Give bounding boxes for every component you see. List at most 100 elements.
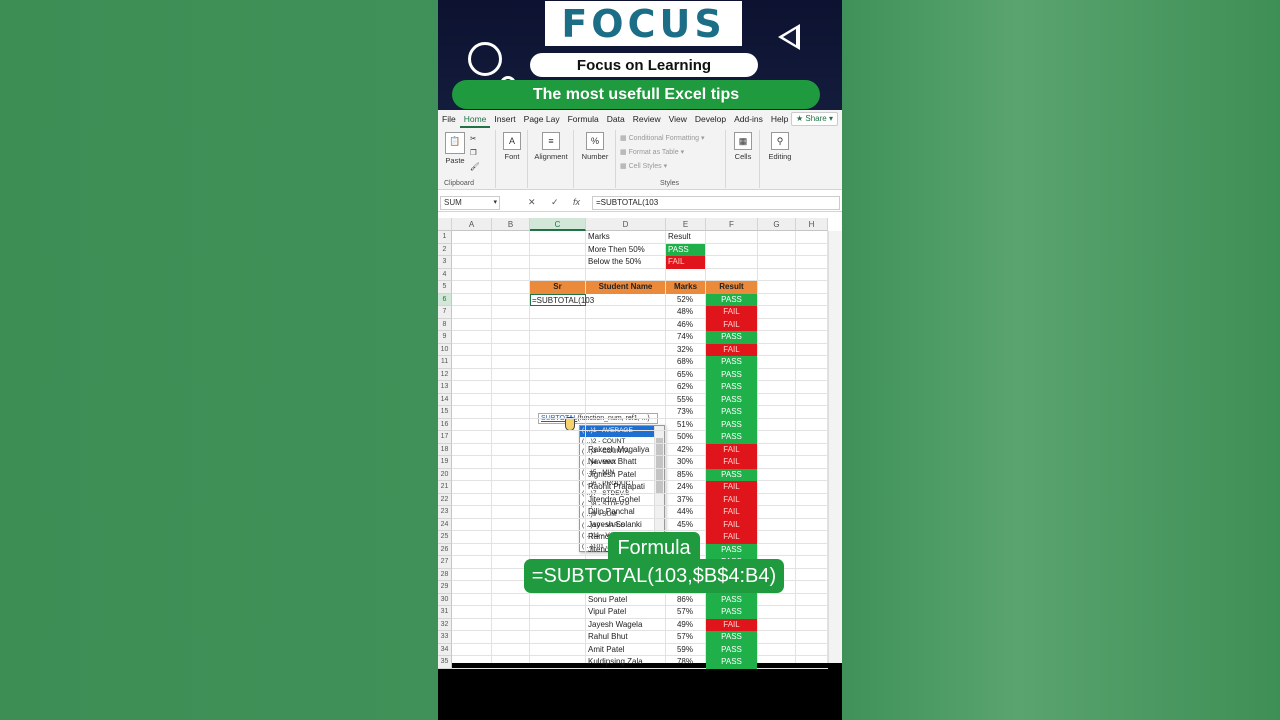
row-header-28[interactable]: 28 bbox=[438, 568, 452, 581]
column-header-g[interactable]: G bbox=[758, 218, 796, 231]
result-cell[interactable]: FAIL bbox=[706, 531, 757, 544]
header-result[interactable]: Result bbox=[706, 281, 757, 294]
tab-page-lay[interactable]: Page Lay bbox=[520, 110, 564, 128]
row-header-5[interactable]: 5 bbox=[438, 281, 452, 294]
student-name-cell[interactable]: Kuldipsing Zala bbox=[586, 656, 665, 669]
row-header-32[interactable]: 32 bbox=[438, 618, 452, 631]
tab-develop[interactable]: Develop bbox=[691, 110, 730, 128]
row-header-34[interactable]: 34 bbox=[438, 643, 452, 656]
tab-home[interactable]: Home bbox=[459, 110, 491, 128]
marks-cell[interactable]: 52% bbox=[666, 294, 705, 307]
row-header-35[interactable]: 35 bbox=[438, 656, 452, 669]
row-header-17[interactable]: 17 bbox=[438, 431, 452, 444]
student-name-cell[interactable]: Naveen Bhatt bbox=[586, 456, 665, 469]
result-cell[interactable]: FAIL bbox=[706, 618, 757, 631]
legend-below-label[interactable]: Below the 50% bbox=[586, 256, 665, 269]
column-header-d[interactable]: D bbox=[586, 218, 666, 231]
column-header-f[interactable]: F bbox=[706, 218, 758, 231]
chevron-down-icon[interactable]: ▾ bbox=[493, 197, 497, 209]
format-table-button[interactable]: ▦ Format as Table ▾ bbox=[620, 148, 684, 156]
column-header-h[interactable]: H bbox=[796, 218, 828, 231]
row-header-6[interactable]: 6 bbox=[438, 293, 452, 306]
row-header-8[interactable]: 8 bbox=[438, 318, 452, 331]
result-cell[interactable]: PASS bbox=[706, 606, 757, 619]
result-cell[interactable]: PASS bbox=[706, 593, 757, 606]
legend-marks-header[interactable]: Marks bbox=[586, 231, 665, 244]
column-header-a[interactable]: A bbox=[452, 218, 492, 231]
result-cell[interactable]: PASS bbox=[706, 656, 757, 669]
result-cell[interactable]: FAIL bbox=[706, 443, 757, 456]
tab-add-ins[interactable]: Add-ins bbox=[730, 110, 767, 128]
marks-cell[interactable]: 32% bbox=[666, 344, 705, 357]
student-name-cell[interactable]: Rakesh Mogaliya bbox=[586, 444, 665, 457]
number-button[interactable]: % Number bbox=[580, 132, 610, 161]
tab-help[interactable]: Help bbox=[767, 110, 792, 128]
header-sr[interactable]: Sr bbox=[530, 281, 585, 294]
marks-cell[interactable]: 37% bbox=[666, 494, 705, 507]
font-button[interactable]: A Font bbox=[502, 132, 522, 161]
row-header-30[interactable]: 30 bbox=[438, 593, 452, 606]
column-header-b[interactable]: B bbox=[492, 218, 530, 231]
play-back-icon[interactable] bbox=[778, 24, 800, 50]
student-name-cell[interactable]: Vipul Patel bbox=[586, 606, 665, 619]
column-header-c[interactable]: C bbox=[530, 218, 586, 231]
header-marks[interactable]: Marks bbox=[666, 281, 705, 294]
result-cell[interactable]: PASS bbox=[706, 418, 757, 431]
legend-fail-badge[interactable]: FAIL bbox=[666, 256, 705, 269]
result-cell[interactable]: PASS bbox=[706, 331, 757, 344]
row-header-3[interactable]: 3 bbox=[438, 256, 452, 269]
row-header-26[interactable]: 26 bbox=[438, 543, 452, 556]
marks-cell[interactable]: 68% bbox=[666, 356, 705, 369]
result-cell[interactable]: PASS bbox=[706, 431, 757, 444]
row-header-14[interactable]: 14 bbox=[438, 393, 452, 406]
result-cell[interactable]: PASS bbox=[706, 631, 757, 644]
tab-file[interactable]: File bbox=[438, 110, 460, 128]
select-all-corner[interactable] bbox=[438, 218, 452, 231]
format-painter-icon[interactable]: 🖌 bbox=[470, 162, 480, 171]
row-header-2[interactable]: 2 bbox=[438, 243, 452, 256]
result-cell[interactable]: FAIL bbox=[706, 493, 757, 506]
student-name-cell[interactable] bbox=[586, 419, 665, 432]
row-header-29[interactable]: 29 bbox=[438, 581, 452, 594]
insert-function-icon[interactable]: fx bbox=[573, 197, 580, 207]
marks-cell[interactable]: 74% bbox=[666, 331, 705, 344]
marks-cell[interactable]: 46% bbox=[666, 319, 705, 332]
result-cell[interactable]: PASS bbox=[706, 643, 757, 656]
marks-cell[interactable]: 45% bbox=[666, 519, 705, 532]
marks-cell[interactable]: 55% bbox=[666, 394, 705, 407]
row-header-27[interactable]: 27 bbox=[438, 556, 452, 569]
tab-review[interactable]: Review bbox=[629, 110, 665, 128]
student-name-cell[interactable] bbox=[586, 369, 665, 382]
marks-cell[interactable]: 30% bbox=[666, 456, 705, 469]
row-header-16[interactable]: 16 bbox=[438, 418, 452, 431]
row-header-19[interactable]: 19 bbox=[438, 456, 452, 469]
row-header-22[interactable]: 22 bbox=[438, 493, 452, 506]
cell-styles-button[interactable]: ▦ Cell Styles ▾ bbox=[620, 162, 667, 170]
tab-data[interactable]: Data bbox=[603, 110, 629, 128]
student-name-cell[interactable] bbox=[586, 431, 665, 444]
student-name-cell[interactable] bbox=[586, 344, 665, 357]
row-header-9[interactable]: 9 bbox=[438, 331, 452, 344]
row-header-20[interactable]: 20 bbox=[438, 468, 452, 481]
row-header-7[interactable]: 7 bbox=[438, 306, 452, 319]
column-header-e[interactable]: E bbox=[666, 218, 706, 231]
result-cell[interactable]: FAIL bbox=[706, 518, 757, 531]
marks-cell[interactable]: 62% bbox=[666, 381, 705, 394]
conditional-formatting-button[interactable]: ▦ Conditional Formatting ▾ bbox=[620, 134, 704, 142]
active-cell[interactable]: =SUBTOTAL(103 bbox=[530, 293, 594, 306]
legend-pass-badge[interactable]: PASS bbox=[666, 243, 705, 256]
marks-cell[interactable]: 42% bbox=[666, 444, 705, 457]
header-student-name[interactable]: Student Name bbox=[586, 281, 665, 294]
marks-cell[interactable]: 73% bbox=[666, 406, 705, 419]
marks-cell[interactable]: 59% bbox=[666, 644, 705, 657]
row-header-25[interactable]: 25 bbox=[438, 531, 452, 544]
editing-button[interactable]: ⚲ Editing bbox=[766, 132, 794, 161]
row-header-24[interactable]: 24 bbox=[438, 518, 452, 531]
result-cell[interactable]: FAIL bbox=[706, 318, 757, 331]
student-name-cell[interactable] bbox=[586, 306, 665, 319]
copy-icon[interactable]: ❐ bbox=[470, 148, 477, 157]
student-name-cell[interactable]: Jignesh Patel bbox=[586, 469, 665, 482]
result-cell[interactable]: FAIL bbox=[706, 481, 757, 494]
marks-cell[interactable]: 65% bbox=[666, 369, 705, 382]
cancel-icon[interactable]: ✕ bbox=[528, 197, 536, 208]
